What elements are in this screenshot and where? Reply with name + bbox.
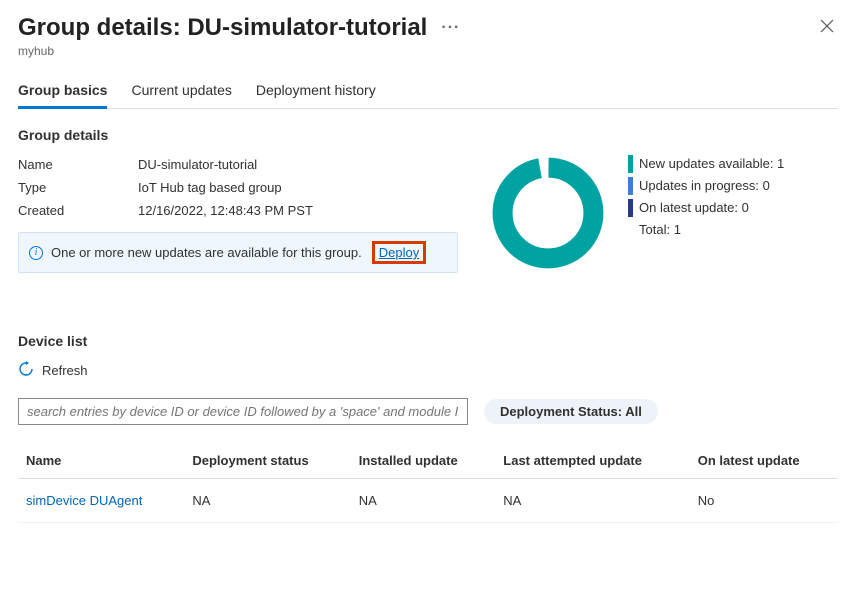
col-last-attempted[interactable]: Last attempted update	[495, 443, 689, 479]
legend-item-new-updates: New updates available: 1	[628, 153, 784, 175]
col-installed-update[interactable]: Installed update	[351, 443, 496, 479]
info-banner-text: One or more new updates are available fo…	[51, 245, 362, 260]
chart-legend: New updates available: 1 Updates in prog…	[628, 153, 784, 241]
search-input[interactable]	[18, 398, 468, 425]
label-type: Type	[18, 180, 138, 195]
device-list-heading: Device list	[18, 333, 838, 349]
device-link[interactable]: simDevice DUAgent	[26, 493, 142, 508]
info-banner: i One or more new updates are available …	[18, 232, 458, 273]
status-donut-chart	[488, 153, 608, 273]
more-actions-icon[interactable]: ···	[441, 19, 460, 37]
legend-swatch	[628, 199, 633, 217]
legend-total: Total: 1	[628, 219, 784, 241]
tabs: Group basics Current updates Deployment …	[18, 74, 838, 109]
cell-on-latest: No	[690, 479, 838, 523]
legend-label: Updates in progress: 0	[639, 175, 770, 197]
close-icon[interactable]	[816, 15, 838, 42]
refresh-label: Refresh	[42, 363, 88, 378]
col-deployment-status[interactable]: Deployment status	[184, 443, 350, 479]
value-type: IoT Hub tag based group	[138, 180, 282, 195]
label-name: Name	[18, 157, 138, 172]
refresh-button[interactable]: Refresh	[18, 359, 838, 382]
tab-current-updates[interactable]: Current updates	[131, 74, 231, 108]
group-details-heading: Group details	[18, 127, 838, 143]
value-created: 12/16/2022, 12:48:43 PM PST	[138, 203, 313, 218]
info-icon: i	[29, 246, 43, 260]
cell-deployment-status: NA	[184, 479, 350, 523]
legend-label: New updates available: 1	[639, 153, 784, 175]
page-title: Group details: DU-simulator-tutorial	[18, 14, 427, 42]
tab-deployment-history[interactable]: Deployment history	[256, 74, 376, 108]
device-table: Name Deployment status Installed update …	[18, 443, 838, 523]
col-name[interactable]: Name	[18, 443, 184, 479]
legend-swatch	[628, 177, 633, 195]
legend-item-in-progress: Updates in progress: 0	[628, 175, 784, 197]
deployment-status-filter[interactable]: Deployment Status: All	[484, 399, 658, 424]
table-header-row: Name Deployment status Installed update …	[18, 443, 838, 479]
table-row[interactable]: simDevice DUAgent NA NA NA No	[18, 479, 838, 523]
label-created: Created	[18, 203, 138, 218]
refresh-icon	[18, 361, 34, 380]
tab-group-basics[interactable]: Group basics	[18, 74, 107, 108]
breadcrumb: myhub	[18, 44, 838, 58]
legend-swatch	[628, 155, 633, 173]
col-on-latest[interactable]: On latest update	[690, 443, 838, 479]
legend-label: On latest update: 0	[639, 197, 749, 219]
cell-installed-update: NA	[351, 479, 496, 523]
legend-item-on-latest: On latest update: 0	[628, 197, 784, 219]
value-name: DU-simulator-tutorial	[138, 157, 257, 172]
deploy-link[interactable]: Deploy	[379, 245, 419, 260]
deploy-highlight: Deploy	[372, 241, 426, 264]
cell-last-attempted: NA	[495, 479, 689, 523]
